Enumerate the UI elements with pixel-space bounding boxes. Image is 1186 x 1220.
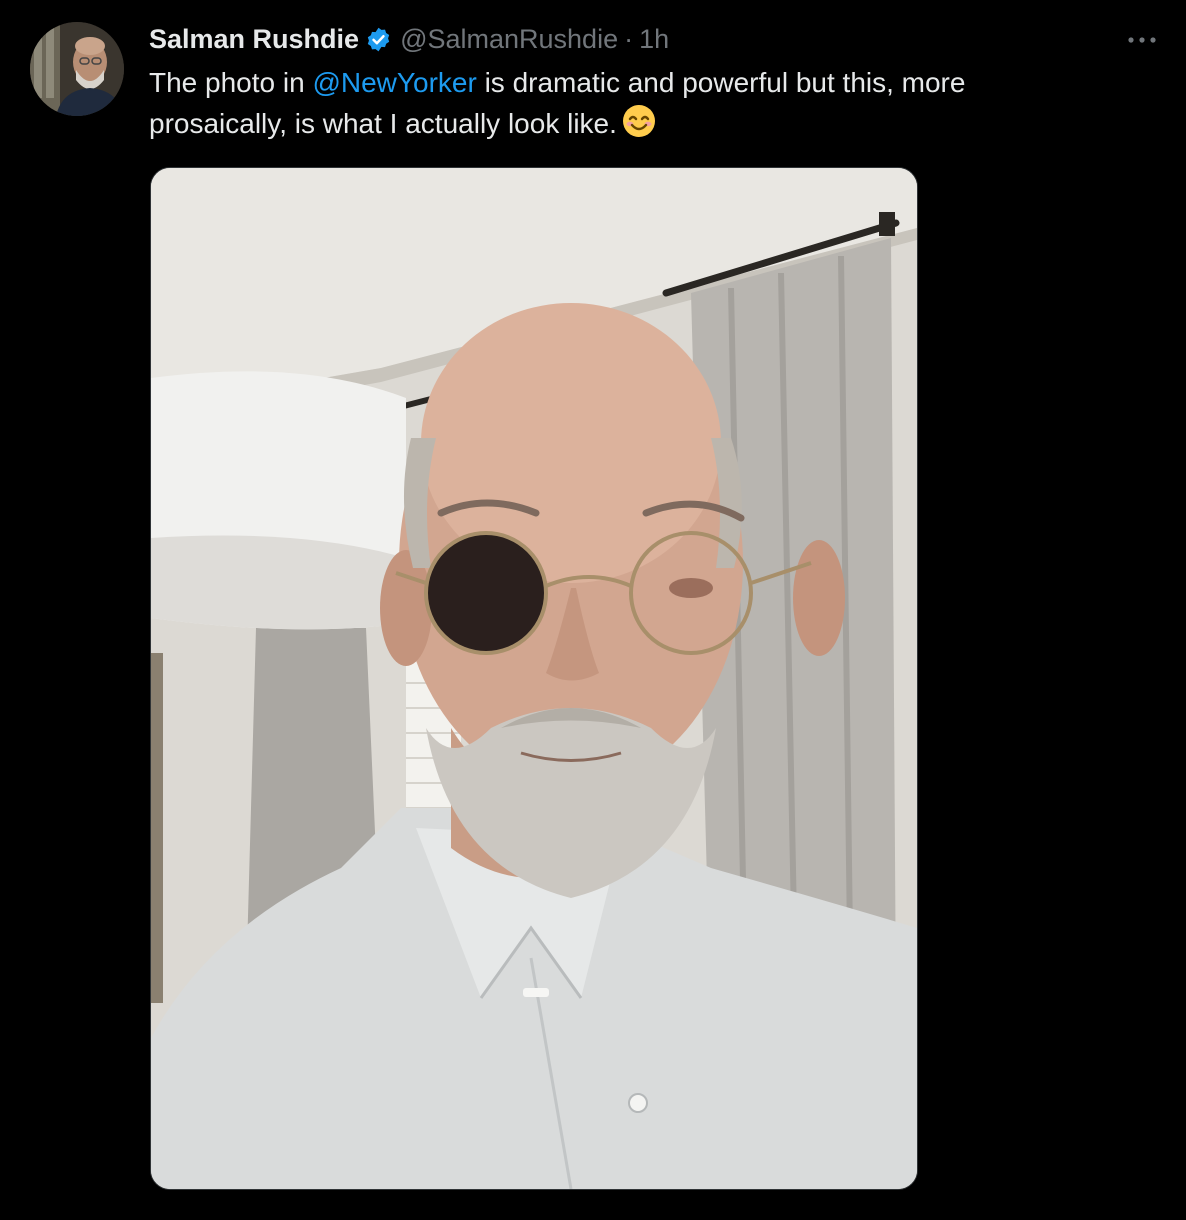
tweet-text-line-1: The photo in @NewYorker is dramatic and … bbox=[149, 62, 1109, 103]
author-handle[interactable]: @SalmanRushdie bbox=[400, 24, 618, 55]
tweet-header: Salman Rushdie @SalmanRushdie · 1h bbox=[149, 22, 669, 56]
tweet-text-line-2: prosaically, is what I actually look lik… bbox=[149, 103, 1109, 150]
verified-badge-icon bbox=[365, 26, 392, 53]
tweet-text-after-mention: is dramatic and powerful but this, more bbox=[476, 67, 966, 98]
tweet-photo[interactable] bbox=[150, 167, 918, 1190]
tweet-timestamp[interactable]: 1h bbox=[639, 24, 669, 55]
tweet-text-line-2-content: prosaically, is what I actually look lik… bbox=[149, 108, 617, 139]
tweet-text: The photo in @NewYorker is dramatic and … bbox=[149, 62, 1109, 150]
author-avatar[interactable] bbox=[30, 22, 124, 116]
tweet: Salman Rushdie @SalmanRushdie · 1h The p… bbox=[0, 0, 1186, 1220]
author-display-name[interactable]: Salman Rushdie bbox=[149, 24, 359, 55]
tweet-text-before-mention: The photo in bbox=[149, 67, 313, 98]
smiling-face-emoji-icon bbox=[621, 103, 657, 150]
header-separator: · bbox=[624, 23, 634, 54]
mention-link[interactable]: @NewYorker bbox=[312, 67, 476, 98]
more-options-icon[interactable] bbox=[1120, 26, 1164, 54]
